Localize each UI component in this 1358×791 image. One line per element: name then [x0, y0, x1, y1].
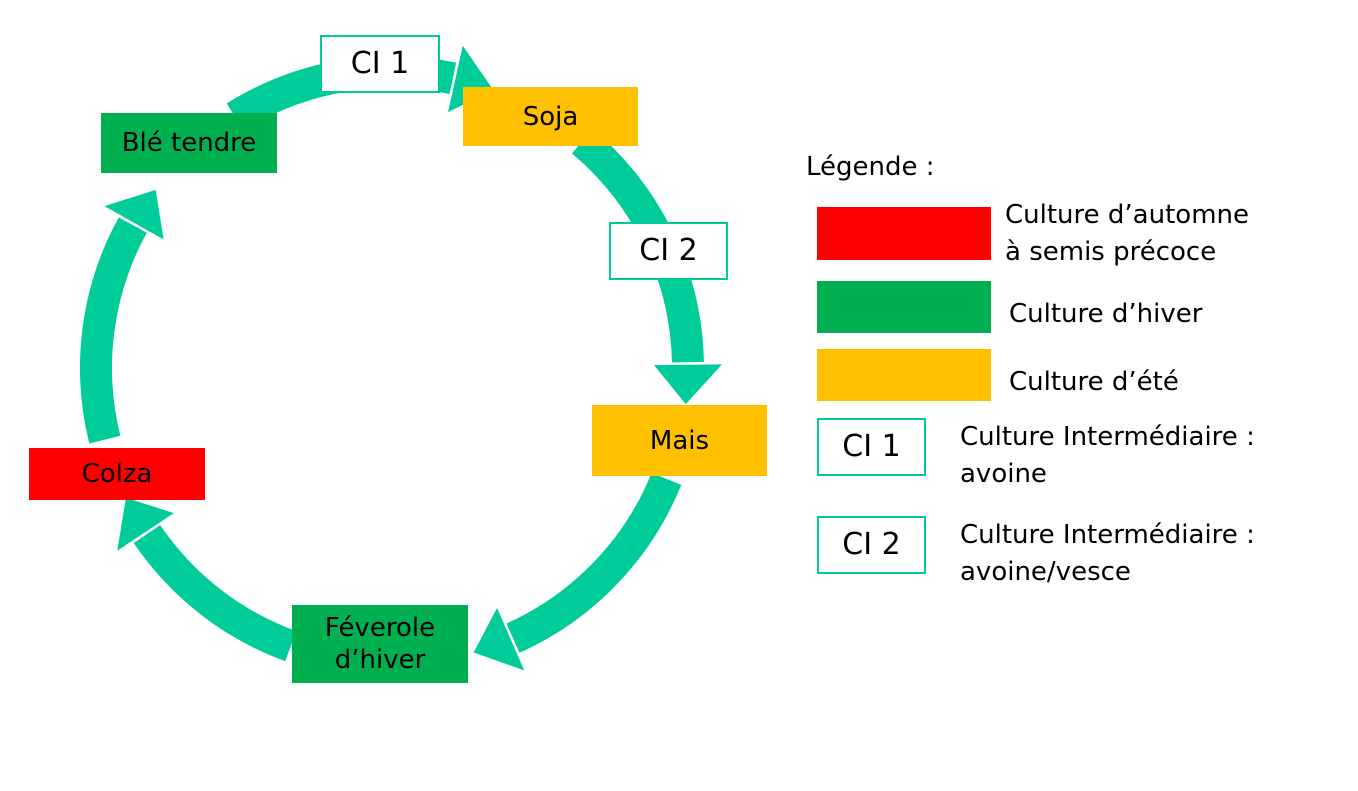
box-mais: Mais — [592, 405, 767, 476]
legend-title: Légende : — [806, 152, 935, 182]
legend-label-ci2: Culture Intermédiaire : avoine/vesce — [960, 520, 1255, 587]
legend-label-winter: Culture d’hiver — [1009, 299, 1203, 329]
rotation-arrow-shaft — [80, 217, 147, 444]
box-ci1-label: CI 1 — [350, 46, 410, 81]
legend-label-ci1: Culture Intermédiaire : avoine — [960, 422, 1255, 489]
legend-swatch-red — [817, 207, 991, 260]
box-soja: Soja — [463, 87, 638, 146]
box-feverole: Féverole d’hiver — [292, 605, 468, 683]
box-ci2-label: CI 2 — [639, 233, 698, 268]
box-ci2: CI 2 — [609, 222, 728, 280]
box-soja-label: Soja — [522, 101, 579, 132]
box-ble-label: Blé tendre — [121, 128, 257, 158]
legend-swatch-orange — [817, 349, 991, 401]
legend-ci1-box: CI 1 — [817, 418, 926, 476]
box-feverole-label: Féverole d’hiver — [324, 613, 436, 675]
legend-swatch-green — [817, 281, 991, 333]
legend-label-summer: Culture d’été — [1009, 367, 1179, 397]
box-mais-label: Mais — [649, 425, 710, 456]
crop-rotation-diagram: CI 1 Soja Blé tendre CI 2 Mais Colza Fév… — [0, 0, 1358, 791]
box-ble-tendre: Blé tendre — [101, 113, 277, 173]
box-colza: Colza — [29, 448, 205, 500]
legend-ci2-box: CI 2 — [817, 516, 926, 574]
box-colza-label: Colza — [81, 459, 153, 489]
rotation-arrow-shaft — [133, 524, 297, 662]
rotation-arrowhead-icon — [653, 364, 722, 405]
box-ci1: CI 1 — [320, 35, 440, 93]
rotation-arrow-shaft — [506, 472, 682, 653]
legend-label-autumn: Culture d’automne à semis précoce — [1005, 200, 1249, 267]
